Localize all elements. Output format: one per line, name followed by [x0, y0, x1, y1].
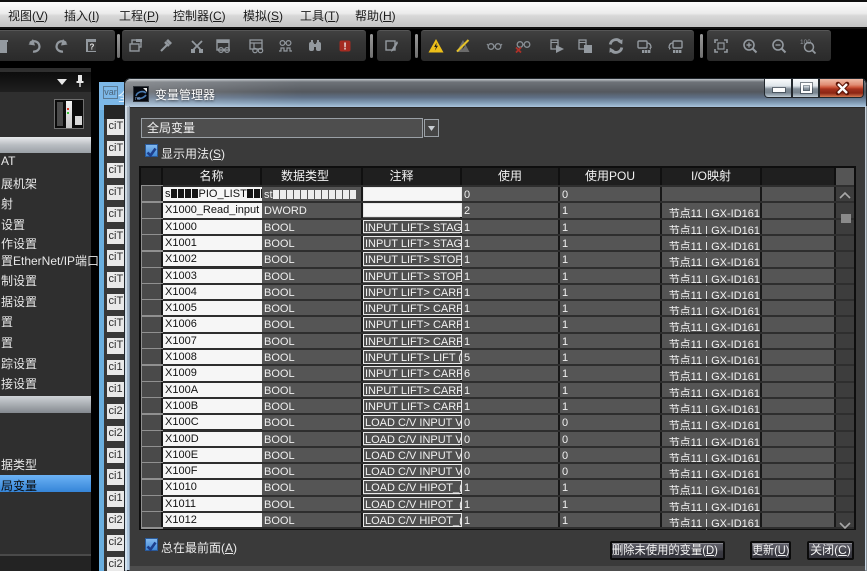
svg-text:?: ?: [90, 43, 95, 52]
svg-text:no: no: [135, 96, 141, 101]
svg-text:!: !: [343, 41, 346, 52]
